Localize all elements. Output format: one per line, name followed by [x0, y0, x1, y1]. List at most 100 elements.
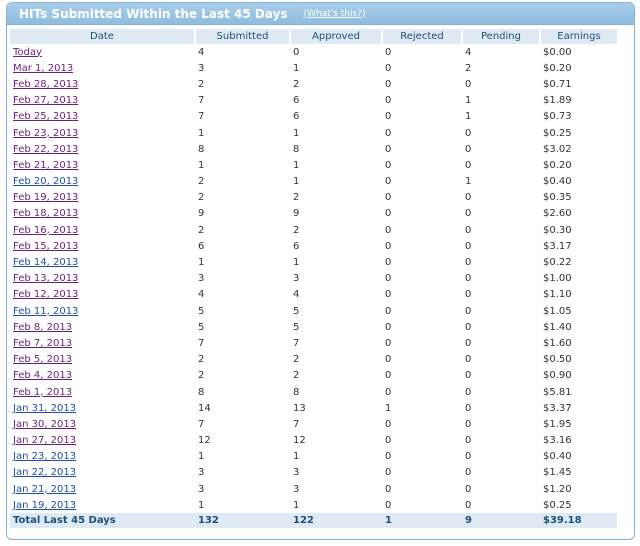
- table-row: Feb 18, 2013 9 9 0 0 $2.60: [10, 206, 617, 222]
- pending-cell: 0: [465, 499, 472, 511]
- table-row: Feb 14, 2013 1 1 0 0 $0.22: [10, 254, 617, 270]
- date-cell: Feb 22, 2013: [10, 141, 195, 157]
- date-cell: Mar 1, 2013: [10, 60, 195, 76]
- total-approved: 122: [290, 513, 382, 529]
- date-cell: Feb 13, 2013: [10, 271, 195, 287]
- date-cell: Jan 19, 2013: [10, 497, 195, 513]
- date-link[interactable]: Feb 8, 2013: [13, 322, 72, 333]
- date-link[interactable]: Feb 25, 2013: [13, 111, 78, 122]
- date-cell: Jan 30, 2013: [10, 416, 195, 432]
- approved-cell: 1: [293, 127, 300, 139]
- rejected-cell: 0: [385, 451, 392, 463]
- approved-cell: 6: [293, 240, 300, 252]
- submitted-cell: 7: [198, 111, 205, 123]
- date-cell: Feb 4, 2013: [10, 368, 195, 384]
- date-link[interactable]: Jan 19, 2013: [13, 500, 76, 511]
- table-row: Feb 11, 2013 5 5 0 0 $1.05: [10, 303, 617, 319]
- rejected-cell: 0: [385, 467, 392, 479]
- date-link[interactable]: Feb 16, 2013: [13, 225, 78, 236]
- pending-cell: 0: [465, 159, 472, 171]
- submitted-cell: 5: [198, 305, 205, 317]
- date-link[interactable]: Feb 28, 2013: [13, 79, 78, 90]
- date-cell: Feb 16, 2013: [10, 222, 195, 238]
- earnings-cell: $0.73: [543, 111, 572, 123]
- earnings-cell: $0.20: [543, 159, 572, 171]
- pending-cell: 0: [465, 224, 472, 236]
- rejected-cell: 0: [385, 240, 392, 252]
- date-cell: Feb 1, 2013: [10, 384, 195, 400]
- date-link[interactable]: Feb 23, 2013: [13, 128, 78, 139]
- date-link[interactable]: Feb 12, 2013: [13, 289, 78, 300]
- column-header-rejected: Rejected: [382, 29, 463, 44]
- date-link[interactable]: Feb 13, 2013: [13, 273, 78, 284]
- rejected-cell: 0: [385, 224, 392, 236]
- submitted-cell: 2: [198, 78, 205, 90]
- whats-this-link[interactable]: (What's this?): [304, 9, 366, 19]
- date-link[interactable]: Feb 14, 2013: [13, 257, 78, 268]
- date-link[interactable]: Jan 23, 2013: [13, 451, 76, 462]
- date-link[interactable]: Feb 20, 2013: [13, 176, 78, 187]
- date-link[interactable]: Feb 7, 2013: [13, 338, 72, 349]
- submitted-cell: 1: [198, 257, 205, 269]
- table-row: Feb 1, 2013 8 8 0 0 $5.81: [10, 384, 617, 400]
- date-link[interactable]: Feb 22, 2013: [13, 144, 78, 155]
- date-link[interactable]: Jan 22, 2013: [13, 467, 76, 478]
- approved-cell: 8: [293, 386, 300, 398]
- date-cell: Feb 8, 2013: [10, 319, 195, 335]
- pending-cell: 4: [465, 46, 472, 58]
- pending-cell: 1: [465, 111, 472, 123]
- table-row: Feb 22, 2013 8 8 0 0 $3.02: [10, 141, 617, 157]
- submitted-cell: 4: [198, 289, 205, 301]
- date-link[interactable]: Jan 31, 2013: [13, 403, 76, 414]
- earnings-cell: $0.22: [543, 257, 572, 269]
- date-link[interactable]: Feb 21, 2013: [13, 160, 78, 171]
- rejected-cell: 0: [385, 289, 392, 301]
- pending-cell: 0: [465, 289, 472, 301]
- pending-cell: 0: [465, 435, 472, 447]
- date-cell: Feb 12, 2013: [10, 287, 195, 303]
- date-link[interactable]: Feb 1, 2013: [13, 387, 72, 398]
- total-label: Total Last 45 Days: [10, 513, 195, 529]
- submitted-cell: 3: [198, 273, 205, 285]
- date-cell: Feb 28, 2013: [10, 76, 195, 92]
- approved-cell: 12: [293, 435, 306, 447]
- earnings-cell: $0.90: [543, 370, 572, 382]
- pending-cell: 0: [465, 418, 472, 430]
- rejected-cell: 1: [385, 402, 392, 414]
- date-link[interactable]: Feb 11, 2013: [13, 306, 78, 317]
- pending-cell: 0: [465, 240, 472, 252]
- date-cell: Jan 31, 2013: [10, 400, 195, 416]
- total-row: Total Last 45 Days 132 122 1 9 $39.18: [10, 513, 617, 529]
- pending-cell: 0: [465, 321, 472, 333]
- date-link[interactable]: Feb 27, 2013: [13, 95, 78, 106]
- rejected-cell: 0: [385, 354, 392, 366]
- submitted-cell: 7: [198, 337, 205, 349]
- table-row: Feb 12, 2013 4 4 0 0 $1.10: [10, 287, 617, 303]
- rejected-cell: 0: [385, 483, 392, 495]
- rejected-cell: 0: [385, 111, 392, 123]
- pending-cell: 0: [465, 143, 472, 155]
- date-link[interactable]: Today: [13, 47, 42, 58]
- approved-cell: 1: [293, 451, 300, 463]
- table-row: Jan 31, 2013 14 13 1 0 $3.37: [10, 400, 617, 416]
- date-link[interactable]: Feb 4, 2013: [13, 370, 72, 381]
- table-row: Feb 21, 2013 1 1 0 0 $0.20: [10, 157, 617, 173]
- date-link[interactable]: Feb 19, 2013: [13, 192, 78, 203]
- approved-cell: 2: [293, 78, 300, 90]
- approved-cell: 7: [293, 418, 300, 430]
- date-link[interactable]: Feb 18, 2013: [13, 208, 78, 219]
- date-cell: Jan 23, 2013: [10, 449, 195, 465]
- date-link[interactable]: Jan 30, 2013: [13, 419, 76, 430]
- column-header-earnings: Earnings: [540, 29, 617, 44]
- table-row: Jan 23, 2013 1 1 0 0 $0.40: [10, 449, 617, 465]
- date-cell: Feb 21, 2013: [10, 157, 195, 173]
- rejected-cell: 0: [385, 143, 392, 155]
- date-link[interactable]: Feb 5, 2013: [13, 354, 72, 365]
- date-link[interactable]: Feb 15, 2013: [13, 241, 78, 252]
- date-link[interactable]: Jan 21, 2013: [13, 484, 76, 495]
- date-link[interactable]: Jan 27, 2013: [13, 435, 76, 446]
- approved-cell: 8: [293, 143, 300, 155]
- date-link[interactable]: Mar 1, 2013: [13, 63, 73, 74]
- panel-title: HITs Submitted Within the Last 45 Days: [19, 6, 288, 21]
- table-row: Jan 27, 2013 12 12 0 0 $3.16: [10, 433, 617, 449]
